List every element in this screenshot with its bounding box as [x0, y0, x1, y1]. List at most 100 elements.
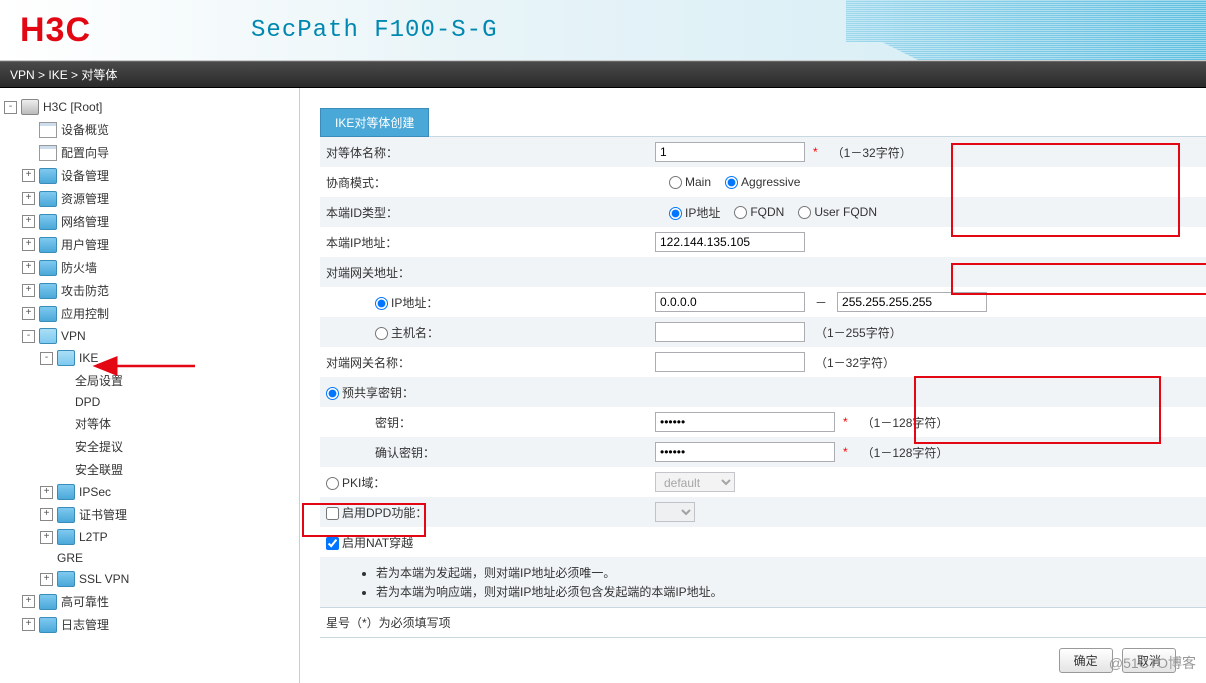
folder-icon	[39, 214, 57, 230]
expander-icon[interactable]: +	[22, 284, 35, 297]
gw-host-input[interactable]	[655, 322, 805, 342]
tree-item[interactable]: +攻击防范	[4, 282, 299, 299]
breadcrumb-item[interactable]: VPN	[10, 68, 35, 82]
folder-icon	[57, 529, 75, 545]
expander-icon[interactable]: +	[22, 215, 35, 228]
tree-item-label: 资源管理	[61, 190, 109, 207]
server-icon	[21, 99, 39, 115]
breadcrumb-item[interactable]: IKE	[48, 68, 67, 82]
tree-item[interactable]: + 用户管理	[4, 236, 299, 253]
expander-icon[interactable]: +	[22, 307, 35, 320]
tree-item-label: 用户管理	[61, 236, 109, 253]
notes: 若为本端为发起端，则对端IP地址必须唯一。 若为本端为响应端，则对端IP地址必须…	[320, 557, 1206, 607]
tree-item[interactable]: + 高可靠性	[4, 593, 299, 610]
tree-item-label: 高可靠性	[61, 593, 109, 610]
tree-item[interactable]: + 资源管理	[4, 190, 299, 207]
peer-name-input[interactable]	[655, 142, 805, 162]
folder-o-icon	[39, 328, 57, 344]
tree-item[interactable]: GRE	[4, 551, 299, 565]
tree-item[interactable]: + 网络管理	[4, 213, 299, 230]
tree-item[interactable]: + L2TP	[4, 529, 299, 545]
radio-gw-host[interactable]: 主机名：	[375, 326, 439, 340]
tree-item[interactable]: 对等体	[4, 415, 299, 432]
tree-item-label: VPN	[61, 329, 86, 343]
folder-icon	[39, 191, 57, 207]
label-local-idtype: 本端ID类型：	[320, 199, 655, 226]
local-ip-input[interactable]	[655, 232, 805, 252]
tree-item[interactable]: +证书管理	[4, 506, 299, 523]
expander-icon[interactable]: +	[40, 531, 53, 544]
folder-icon	[39, 306, 57, 322]
label-key: 密钥：	[320, 409, 655, 436]
page-icon	[39, 145, 57, 161]
expander-icon[interactable]: +	[40, 486, 53, 499]
tree-item-label: 配置向导	[61, 144, 109, 161]
expander-icon[interactable]: -	[40, 352, 53, 365]
tree-item[interactable]: + 应用控制	[4, 305, 299, 322]
radio-psk[interactable]: 预共享密钥：	[326, 386, 414, 400]
tree-root[interactable]: -H3C [Root]	[4, 99, 299, 115]
required-note: 星号（*）为必须填写项	[320, 607, 1206, 637]
radio-idtype-ip[interactable]: IP地址	[669, 204, 720, 221]
radio-idtype-ufqdn[interactable]: User FQDN	[798, 205, 877, 219]
expander-icon[interactable]: +	[22, 595, 35, 608]
dpd-select[interactable]	[655, 502, 695, 522]
tree-item[interactable]: - VPN	[4, 328, 299, 344]
tree-item[interactable]: +SSL VPN	[4, 571, 299, 587]
breadcrumb-item[interactable]: 对等体	[81, 68, 117, 82]
tree-item[interactable]: + IPSec	[4, 484, 299, 500]
tree-item[interactable]: +防火墙	[4, 259, 299, 276]
nav-tree: -H3C [Root] 设备概览配置向导+设备管理+资源管理+网络管理+用户管理…	[0, 88, 300, 683]
expander-icon[interactable]: +	[40, 573, 53, 586]
expander-icon[interactable]: +	[22, 618, 35, 631]
tree-item[interactable]: 安全联盟	[4, 461, 299, 478]
ok-button[interactable]: 确定	[1059, 648, 1113, 673]
tree-item[interactable]: 配置向导	[4, 144, 299, 161]
tree-item[interactable]: 安全提议	[4, 438, 299, 455]
breadcrumb: VPN > IKE > 对等体	[0, 61, 1206, 88]
gw-ip-end-input[interactable]	[837, 292, 987, 312]
tree-item-label: 网络管理	[61, 213, 109, 230]
tree-item-label: IPSec	[79, 485, 111, 499]
expander-icon[interactable]: +	[40, 508, 53, 521]
expander-icon[interactable]: +	[22, 169, 35, 182]
watermark: @51CTO博客	[1109, 653, 1196, 673]
tree-item-label: 安全联盟	[75, 461, 123, 478]
folder-icon	[57, 484, 75, 500]
folder-icon	[57, 571, 75, 587]
tree-item-label: 设备概览	[61, 121, 109, 138]
label-nego-mode: 协商模式：	[320, 169, 655, 196]
expander-icon[interactable]: +	[22, 192, 35, 205]
expander-icon[interactable]: +	[22, 261, 35, 274]
tree-item[interactable]: 设备概览	[4, 121, 299, 138]
tree-item[interactable]: + 日志管理	[4, 616, 299, 633]
checkbox-nat[interactable]: 启用NAT穿越	[326, 536, 413, 550]
pki-select[interactable]: default	[655, 472, 735, 492]
expander-icon[interactable]: -	[22, 330, 35, 343]
folder-icon	[39, 168, 57, 184]
tree-item-label: 应用控制	[61, 305, 109, 322]
product-title: SecPath F100-S-G	[251, 17, 497, 44]
radio-idtype-fqdn[interactable]: FQDN	[734, 205, 784, 219]
tree-item[interactable]: 全局设置	[4, 372, 299, 389]
radio-aggressive[interactable]: Aggressive	[725, 175, 800, 189]
key-input[interactable]	[655, 412, 835, 432]
folder-icon	[57, 507, 75, 523]
tree-item[interactable]: -IKE	[4, 350, 299, 366]
tree-item[interactable]: DPD	[4, 395, 299, 409]
gw-ip-start-input[interactable]	[655, 292, 805, 312]
radio-gw-ip[interactable]: IP地址：	[375, 296, 438, 310]
radio-main[interactable]: Main	[669, 175, 711, 189]
tree-item-label: L2TP	[79, 530, 108, 544]
tree-item-label: 日志管理	[61, 616, 109, 633]
remote-gw-name-input[interactable]	[655, 352, 805, 372]
key-confirm-input[interactable]	[655, 442, 835, 462]
label-local-ip: 本端IP地址：	[320, 229, 655, 256]
tree-item-label: 安全提议	[75, 438, 123, 455]
header: H3C SecPath F100-S-G	[0, 0, 1206, 61]
label-remote-gw: 对端网关地址：	[320, 259, 655, 286]
checkbox-dpd[interactable]: 启用DPD功能：	[326, 506, 427, 520]
tree-item[interactable]: +设备管理	[4, 167, 299, 184]
expander-icon[interactable]: +	[22, 238, 35, 251]
radio-pki[interactable]: PKI域：	[326, 476, 385, 490]
